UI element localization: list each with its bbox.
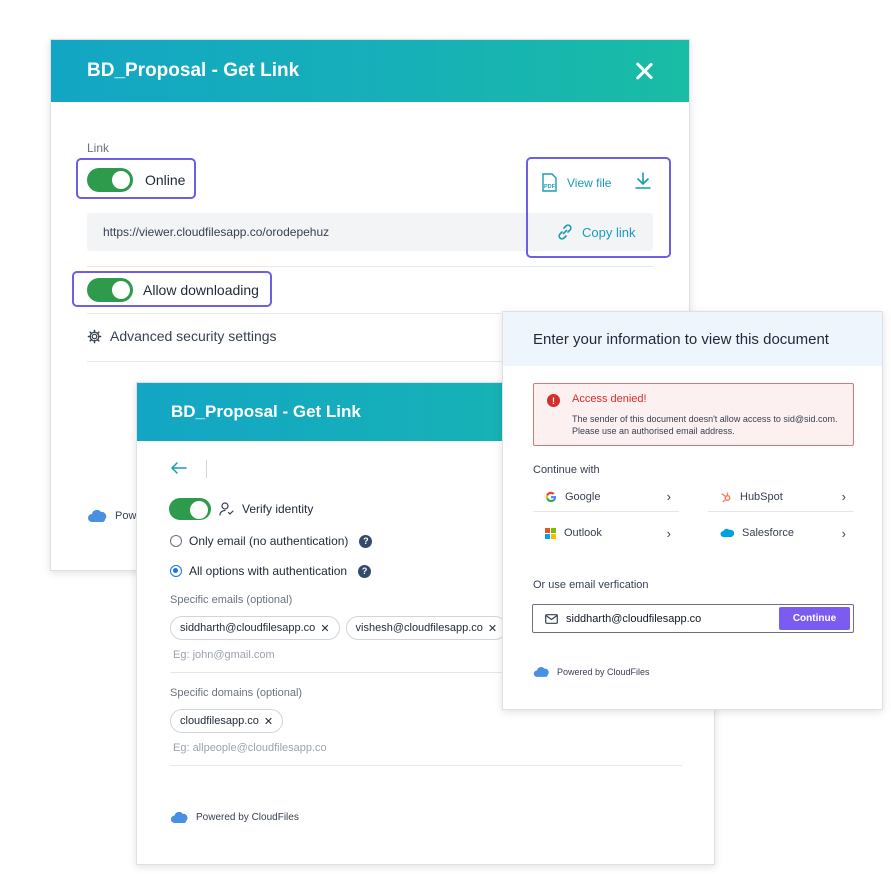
- hubspot-login-button[interactable]: HubSpot ›: [708, 482, 854, 512]
- access-denied-alert: ! Access denied! The sender of this docu…: [533, 383, 854, 446]
- option-email-only-label: Only email (no authentication): [189, 534, 349, 548]
- help-icon[interactable]: ?: [358, 564, 372, 578]
- divider: [170, 765, 682, 766]
- email-chip-text: vishesh@cloudfilesapp.co: [355, 622, 483, 634]
- actions-highlight: [526, 157, 671, 258]
- error-message: The sender of this document doesn't allo…: [572, 414, 838, 436]
- salesforce-login-button[interactable]: Salesforce ›: [708, 518, 854, 548]
- specific-domains-label: Specific domains (optional): [170, 687, 303, 699]
- powered-by-text: Powered by CloudFiles: [557, 667, 650, 677]
- dialog-header: BD_Proposal - Get Link: [51, 40, 689, 102]
- cloudfiles-logo-icon: [533, 666, 551, 678]
- google-login-button[interactable]: Google ›: [533, 482, 679, 512]
- advanced-security-label: Advanced security settings: [110, 328, 277, 344]
- share-url-text: https://viewer.cloudfilesapp.co/orodepeh…: [103, 225, 330, 239]
- domain-chips: cloudfilesapp.co ✕: [170, 709, 284, 733]
- radio-email-only[interactable]: [170, 535, 182, 547]
- google-icon: [545, 491, 557, 503]
- salesforce-icon: [720, 528, 734, 538]
- google-label: Google: [565, 490, 601, 503]
- email-chips: siddharth@cloudfilesapp.co ✕ vishesh@clou…: [170, 616, 508, 640]
- advanced-security-row[interactable]: Advanced security settings: [87, 328, 277, 344]
- viewer-header: Enter your information to view this docu…: [503, 312, 882, 366]
- error-title: Access denied!: [572, 393, 647, 405]
- option-email-only[interactable]: Only email (no authentication) ?: [170, 534, 373, 548]
- chevron-right-icon: ›: [666, 489, 671, 504]
- remove-chip-icon[interactable]: ✕: [488, 622, 497, 635]
- radio-all-auth[interactable]: [170, 565, 182, 577]
- emails-input[interactable]: Eg: john@gmail.com: [173, 649, 275, 661]
- divider: [87, 266, 653, 267]
- email-chip-text: siddharth@cloudfilesapp.co: [180, 622, 316, 634]
- email-chip: siddharth@cloudfilesapp.co ✕: [170, 616, 340, 640]
- mail-icon: [545, 613, 558, 624]
- downloading-highlight: [72, 271, 272, 307]
- dialog-title: BD_Proposal - Get Link: [87, 60, 300, 81]
- vertical-divider: [206, 460, 207, 478]
- link-section-label: Link: [87, 141, 110, 155]
- error-icon: !: [547, 394, 560, 407]
- domain-chip-text: cloudfilesapp.co: [180, 715, 259, 727]
- remove-chip-icon[interactable]: ✕: [264, 715, 273, 728]
- viewer-title: Enter your information to view this docu…: [533, 330, 829, 348]
- help-icon[interactable]: ?: [359, 534, 373, 548]
- option-all-auth[interactable]: All options with authentication ?: [170, 564, 372, 578]
- gear-icon: [87, 329, 102, 344]
- outlook-label: Outlook: [564, 527, 602, 539]
- online-highlight: [76, 158, 196, 199]
- option-all-auth-label: All options with authentication: [189, 564, 348, 578]
- outlook-login-button[interactable]: Outlook ›: [533, 518, 679, 548]
- cloudfiles-logo-icon: [170, 811, 190, 824]
- salesforce-label: Salesforce: [742, 527, 794, 539]
- email-input-value: siddharth@cloudfilesapp.co: [566, 612, 702, 625]
- dialog-title: BD_Proposal - Get Link: [171, 402, 361, 421]
- powered-by: Powered by CloudFiles: [170, 811, 299, 824]
- specific-emails-label: Specific emails (optional): [170, 594, 293, 606]
- hubspot-icon: [720, 491, 732, 503]
- chevron-right-icon: ›: [841, 489, 846, 504]
- powered-by: Powe: [87, 509, 143, 523]
- continue-button[interactable]: Continue: [779, 607, 850, 630]
- remove-chip-icon[interactable]: ✕: [320, 622, 329, 635]
- email-chip: vishesh@cloudfilesapp.co ✕: [345, 616, 508, 640]
- back-arrow-icon[interactable]: [171, 462, 187, 474]
- continue-with-label: Continue with: [533, 464, 600, 476]
- email-verification-label: Or use email verfication: [533, 579, 649, 591]
- domain-chip: cloudfilesapp.co ✕: [170, 709, 284, 733]
- chevron-right-icon: ›: [666, 525, 671, 541]
- verify-identity-label: Verify identity: [242, 502, 314, 516]
- cloudfiles-logo-icon: [87, 509, 109, 523]
- powered-by-text: Powered by CloudFiles: [196, 812, 299, 823]
- user-check-icon: [219, 502, 234, 516]
- email-input[interactable]: siddharth@cloudfilesapp.co Continue: [532, 604, 854, 633]
- powered-by: Powered by CloudFiles: [533, 666, 650, 678]
- verify-identity-row[interactable]: Verify identity: [169, 498, 313, 520]
- domains-input[interactable]: Eg: allpeople@cloudfilesapp.co: [173, 742, 327, 754]
- microsoft-icon: [545, 527, 556, 539]
- close-icon[interactable]: [635, 62, 653, 80]
- viewer-access-dialog: Enter your information to view this docu…: [502, 311, 883, 710]
- hubspot-label: HubSpot: [740, 490, 783, 503]
- verify-identity-toggle[interactable]: [169, 498, 211, 520]
- chevron-right-icon: ›: [841, 525, 846, 541]
